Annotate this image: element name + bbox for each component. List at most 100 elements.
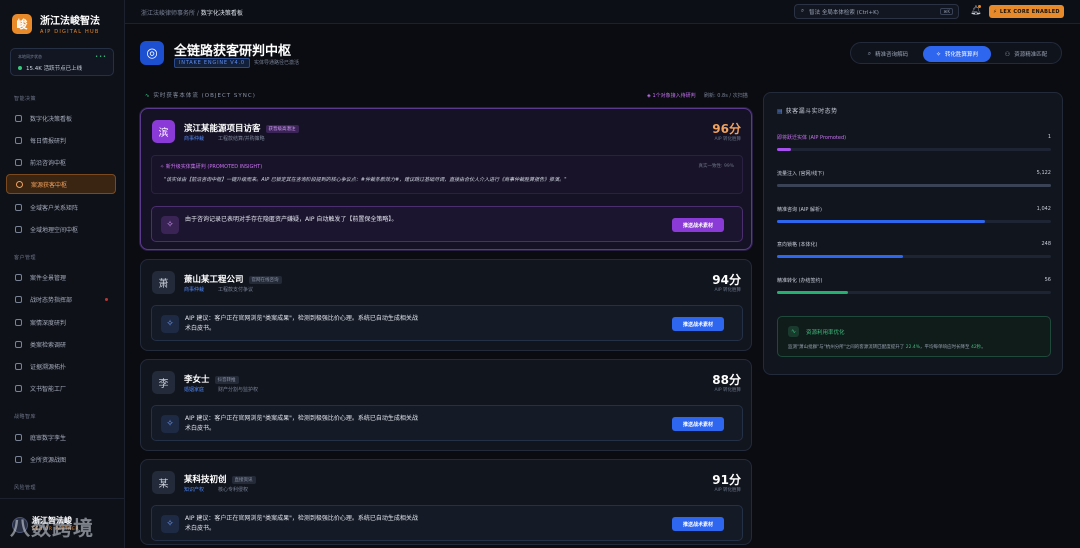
suggestion-text: AIP 建议：客户正在官网浏览"类案成果"，检测到极强比价心理。系统已自动生成相… bbox=[185, 315, 418, 332]
lead-score-label: AIP 转化胜算 bbox=[714, 137, 741, 142]
stream-title-text: 实时获客本体流 (OBJECT SYNC) bbox=[153, 93, 256, 99]
sidebar-item-cases[interactable]: 案件全景管理 bbox=[6, 267, 116, 287]
lex-core-button[interactable]: ⚡︎ LEX CORE ENABLED bbox=[989, 5, 1064, 18]
sidebar-item-client-matrix[interactable]: 全域客户关系矩阵 bbox=[6, 197, 116, 217]
lead-card[interactable]: 李 李女士 抖音转推 婚姻家庭 财产分割与监护权 88分 AIP 转化胜算 ✧ A… bbox=[140, 359, 752, 451]
node-status-label: 本地同步状态 bbox=[18, 54, 42, 59]
sidebar-item-docs[interactable]: 文书智能工厂 bbox=[6, 378, 116, 398]
brand-subtitle: AIP DIGITAL HUB bbox=[40, 29, 100, 35]
bolt-icon: ⚡︎ bbox=[993, 8, 997, 15]
tab-conversion[interactable]: ✧ 转化胜算算判 bbox=[923, 46, 991, 62]
lead-category: 知识产权 bbox=[184, 487, 205, 493]
sidebar-item-evidence[interactable]: 证据溯源拓扑 bbox=[6, 356, 116, 376]
sidebar-item-similar-cases[interactable]: 类案检索调研 bbox=[6, 334, 116, 354]
funnel-title: ▤ 获客漏斗实时态势 bbox=[777, 106, 838, 115]
sidebar-item-label: 案源获客中枢 bbox=[31, 181, 68, 189]
lead-source-badge: 抖音转推 bbox=[214, 375, 239, 384]
sidebar-item-resources[interactable]: 全所资源战图 bbox=[6, 449, 116, 469]
tab-label: 资源精准匹配 bbox=[1014, 52, 1048, 58]
lead-avatar: 某 bbox=[152, 471, 175, 494]
optimization-card: ∿ 资源利用率优化 监测"萧山批群"与"杭州分所"之间的客源流转匹配度提升了 2… bbox=[777, 316, 1051, 357]
search-placeholder: 智法 全局本体检索 (Ctrl+K) bbox=[809, 9, 879, 16]
lead-name: 滨江某能源项目访客 获晋级高潜注 bbox=[184, 122, 299, 134]
lead-card[interactable]: 萧 萧山某工程公司 官网在线咨询 商事仲裁 工程款支付争议 94分 AIP 转化胜… bbox=[140, 259, 752, 351]
watermark: 八数跨境 bbox=[10, 516, 94, 540]
funnel-bar bbox=[777, 220, 986, 223]
sidebar-section-label: 智能决策 bbox=[14, 96, 37, 102]
sidebar-item-label: 全域地理空间中枢 bbox=[30, 226, 79, 234]
sidebar: 峻 浙江法峻智法 AIP DIGITAL HUB 本地同步状态 ••• 15.4… bbox=[0, 0, 125, 548]
suggestion-text: AIP 建议：客户正在官网浏览"类案成果"，检测到极强比价心理。系统已自动生成相… bbox=[185, 515, 418, 532]
breadcrumb-current: 数字化决策看板 bbox=[200, 10, 243, 17]
page-subtitle: 实体导通路径已激活 bbox=[254, 60, 300, 66]
sidebar-item-dashboard[interactable]: 数字化决策看板 bbox=[6, 108, 116, 128]
folder-icon bbox=[15, 273, 22, 281]
funnel-row-value: 56 bbox=[1044, 277, 1051, 283]
funnel-row-label: 精准转化 (办结签约) bbox=[777, 278, 823, 284]
chart-icon: ▤ bbox=[777, 108, 784, 115]
pulse-icon: ∿ bbox=[145, 93, 151, 99]
lead-name: 李女士 抖音转推 bbox=[184, 373, 239, 385]
lead-category: 商事仲裁 bbox=[184, 287, 205, 293]
push-tactics-button[interactable]: 推送战术素材 bbox=[672, 317, 724, 331]
insight-title-text: 新升级实体集研判 (PROMOTED INSIGHT) bbox=[165, 164, 263, 170]
insight-meta: 真实一致性: 99% bbox=[698, 164, 734, 169]
aip-suggestion: ✧ AIP 建议：客户正在官网浏览"类案成果"，检测到极强比价心理。系统已自动生… bbox=[151, 505, 743, 541]
pending-alert[interactable]: ◈ 1个对象接入待研判 bbox=[647, 92, 696, 99]
funnel-bar bbox=[777, 184, 1051, 187]
search-icon: ⌕ bbox=[867, 50, 872, 57]
sidebar-item-consult[interactable]: 前沿咨询中枢 bbox=[6, 152, 116, 172]
aip-suggestion: ✧ AIP 建议：客户正在官网浏览"类案成果"，检测到极强比价心理。系统已自动生… bbox=[151, 305, 743, 341]
aip-suggestion: ✧ AIP 建议：客户正在官网浏览"类案成果"，检测到极强比价心理。系统已自动生… bbox=[151, 405, 743, 441]
sidebar-section-label: 风险管理 bbox=[14, 485, 37, 491]
sidebar-item-label: 类案检索调研 bbox=[30, 341, 67, 349]
funnel-bar bbox=[777, 291, 849, 294]
node-status-box: 本地同步状态 ••• 15.4K 活跃节点已上线 bbox=[10, 48, 114, 76]
sidebar-item-label: 每日情报研判 bbox=[30, 137, 67, 145]
lead-category: 商事仲裁 bbox=[184, 136, 205, 142]
search-input[interactable]: ⌕ 智法 全局本体检索 (Ctrl+K) ⌘K bbox=[794, 4, 959, 19]
page-title: 全链路获客研判中枢 bbox=[174, 44, 292, 59]
sidebar-item-label: 全所资源战图 bbox=[30, 456, 67, 464]
sidebar-item-daily-intel[interactable]: 每日情报研判 bbox=[6, 130, 116, 150]
optimization-desc: 监测"萧山批群"与"杭州分所"之间的客源流转匹配度提升了 22.4%，平均每单响… bbox=[788, 344, 986, 350]
spark-icon: ✧ bbox=[160, 164, 165, 170]
view-tabs: ⌕ 精准咨询解码 ✧ 转化胜算算判 ⚇ 资源精准匹配 bbox=[850, 42, 1062, 64]
funnel-row-label: 即将跃迁实体 (AIP Promoted) bbox=[777, 135, 847, 141]
sidebar-item-label: 前沿咨询中枢 bbox=[30, 159, 67, 167]
sidebar-item-intake[interactable]: 案源获客中枢 bbox=[6, 174, 116, 194]
lead-score: 96分 bbox=[712, 122, 741, 136]
lead-card[interactable]: 某 某科技初创 直接资讯 知识产权 核心专利侵权 91分 AIP 转化胜算 ✧ A… bbox=[140, 459, 752, 545]
target-icon bbox=[16, 180, 23, 188]
tab-consult-decode[interactable]: ⌕ 精准咨询解码 bbox=[855, 46, 921, 62]
tab-resource-match[interactable]: ⚇ 资源精准匹配 bbox=[993, 46, 1059, 62]
breadcrumb-root[interactable]: 浙江法峻律师事务所 / bbox=[141, 10, 199, 17]
push-tactics-button[interactable]: 推送战术素材 bbox=[672, 517, 724, 531]
push-tactics-button[interactable]: 推送战术素材 bbox=[672, 218, 724, 232]
lead-card[interactable]: 滨 滨江某能源项目访客 获晋级高潜注 商事仲裁 工程款结算/并购策略 96分 AI… bbox=[140, 108, 752, 250]
lead-score: 88分 bbox=[712, 373, 741, 387]
lead-description: 财产分割与监护权 bbox=[218, 387, 259, 393]
sidebar-item-command[interactable]: 战时态势指挥部 bbox=[6, 289, 116, 309]
lead-source-badge: 获晋级高潜注 bbox=[265, 124, 299, 133]
lead-source-badge: 直接资讯 bbox=[231, 475, 256, 484]
topology-icon bbox=[15, 362, 22, 370]
funnel-row-label: 流量注入 (官网/线下) bbox=[777, 171, 825, 177]
lead-avatar: 李 bbox=[152, 371, 175, 394]
aip-suggestion: ✧ 由于咨询记录已表明对手存在隐匿资产嫌疑，AIP 自动触发了【前置保全策略】。… bbox=[151, 206, 743, 242]
lead-score: 91分 bbox=[712, 473, 741, 487]
sidebar-item-analysis[interactable]: 案情深度研判 bbox=[6, 312, 116, 332]
opt-highlight-rate: 22.4% bbox=[905, 345, 921, 350]
suggestion-text: 由于咨询记录已表明对手存在隐匿资产嫌疑，AIP 自动触发了【前置保全策略】。 bbox=[185, 216, 398, 223]
sidebar-item-label: 全域客户关系矩阵 bbox=[30, 204, 79, 212]
funnel-bar bbox=[777, 255, 904, 258]
opt-desc-a: 监测"萧山批群"与"杭州分所"之间的客源流转匹配度提升了 bbox=[788, 345, 906, 350]
push-tactics-button[interactable]: 推送战术素材 bbox=[672, 417, 724, 431]
node-status-value: 15.4K 活跃节点已上线 bbox=[26, 66, 83, 72]
grid-icon bbox=[15, 455, 22, 463]
topbar: 浙江法峻律师事务所 / 数字化决策看板 ⌕ 智法 全局本体检索 (Ctrl+K) ⌘… bbox=[125, 0, 1080, 24]
sidebar-item-geo[interactable]: 全域地理空间中枢 bbox=[6, 219, 116, 239]
lead-name: 某科技初创 直接资讯 bbox=[184, 473, 256, 485]
sidebar-section-label: 客户管理 bbox=[14, 255, 37, 261]
sidebar-item-court-twin[interactable]: 庭审数字孪生 bbox=[6, 427, 116, 447]
